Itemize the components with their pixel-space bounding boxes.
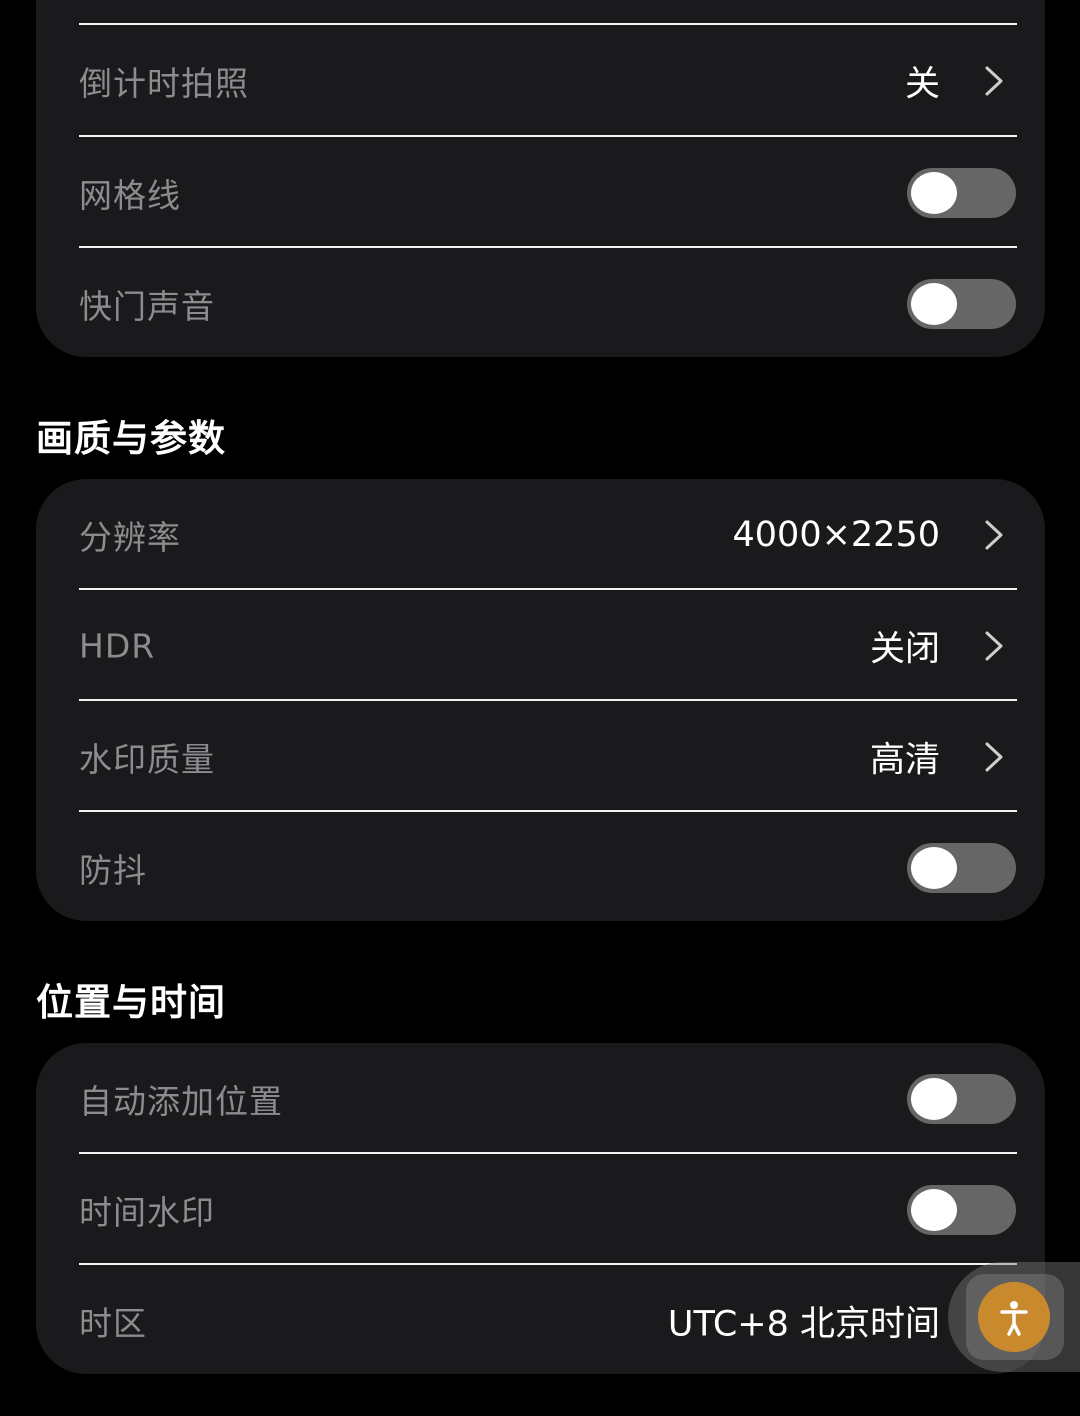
- countdown-label: 倒计时拍照: [79, 63, 249, 103]
- shutter-sound-label: 快门声音: [79, 286, 215, 326]
- accessibility-icon: [978, 1282, 1050, 1352]
- toggle-knob: [911, 1077, 957, 1120]
- grid-lines-row: 网格线: [36, 137, 1045, 248]
- auto-location-toggle[interactable]: [907, 1073, 1016, 1124]
- resolution-row[interactable]: 分辨率 4000×2250: [36, 479, 1045, 590]
- countdown-row[interactable]: 倒计时拍照 关: [36, 25, 1045, 136]
- hdr-value: 关闭: [869, 629, 940, 669]
- chevron-right-icon: [979, 65, 1007, 97]
- shutter-sound-row: 快门声音: [36, 248, 1045, 357]
- quality-settings-card: 分辨率 4000×2250 HDR 关闭 水印质量 高清 防抖: [36, 479, 1045, 921]
- chevron-right-icon: [979, 630, 1007, 662]
- time-watermark-row: 时间水印: [36, 1154, 1045, 1265]
- camera-options-card: 倒计时拍照 关 网格线 快门声音: [36, 0, 1045, 357]
- accessibility-button-frame: [966, 1274, 1064, 1360]
- grid-lines-label: 网格线: [79, 175, 181, 215]
- stabilization-toggle[interactable]: [907, 842, 1016, 893]
- toggle-knob: [911, 282, 957, 325]
- toggle-knob: [911, 171, 957, 214]
- chevron-right-icon: [979, 741, 1007, 773]
- hdr-label: HDR: [79, 626, 156, 665]
- accessibility-floating-button[interactable]: [948, 1262, 1080, 1372]
- time-watermark-toggle[interactable]: [907, 1184, 1016, 1235]
- resolution-value: 4000×2250: [732, 514, 940, 555]
- shutter-sound-toggle[interactable]: [907, 278, 1016, 329]
- countdown-value: 关: [904, 64, 940, 104]
- location-section-title: 位置与时间: [36, 981, 226, 1024]
- timezone-label: 时区: [79, 1303, 147, 1343]
- stabilization-row: 防抖: [36, 812, 1045, 921]
- toggle-knob: [911, 846, 957, 889]
- grid-lines-toggle[interactable]: [907, 167, 1016, 218]
- toggle-knob: [911, 1188, 957, 1231]
- chevron-right-icon: [979, 519, 1007, 551]
- stabilization-label: 防抖: [79, 850, 147, 890]
- hdr-row[interactable]: HDR 关闭: [36, 590, 1045, 701]
- watermark-quality-label: 水印质量: [79, 739, 215, 779]
- auto-location-label: 自动添加位置: [79, 1081, 283, 1121]
- location-settings-card: 自动添加位置 时间水印 时区 UTC+8 北京时间: [36, 1043, 1045, 1374]
- timezone-row[interactable]: 时区 UTC+8 北京时间: [36, 1265, 1045, 1374]
- auto-location-row: 自动添加位置: [36, 1043, 1045, 1154]
- quality-section-title: 画质与参数: [36, 417, 226, 460]
- resolution-label: 分辨率: [79, 517, 181, 557]
- timezone-value: UTC+8 北京时间: [667, 1304, 940, 1344]
- watermark-quality-row[interactable]: 水印质量 高清: [36, 701, 1045, 812]
- time-watermark-label: 时间水印: [79, 1192, 215, 1232]
- watermark-quality-value: 高清: [869, 740, 940, 780]
